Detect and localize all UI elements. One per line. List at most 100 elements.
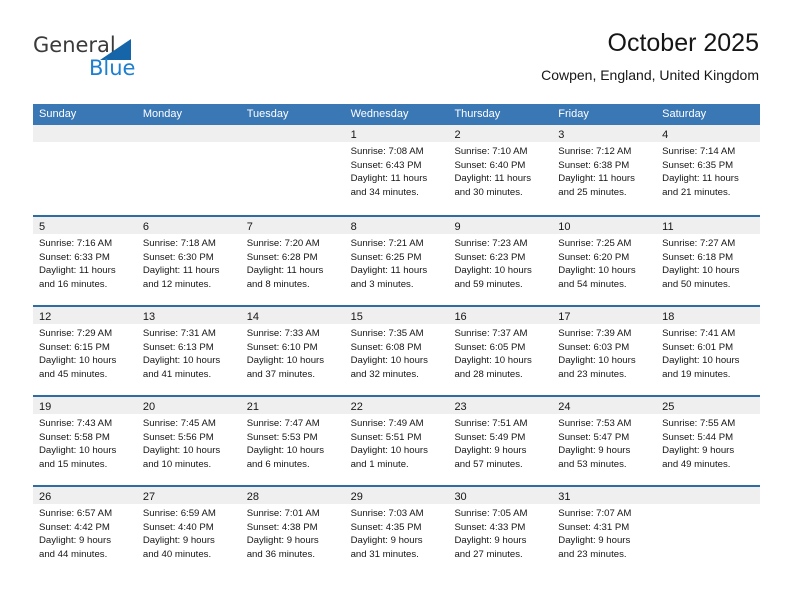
sunrise-text: Sunrise: 7:35 AM (350, 328, 424, 339)
sunrise-text: Sunrise: 7:12 AM (558, 146, 632, 157)
calendar-day-cell[interactable]: 24 Sunrise: 7:53 AM Sunset: 5:47 PM Dayligh… (552, 397, 657, 485)
calendar-day-cell[interactable]: 27 Sunrise: 6:59 AM Sunset: 4:40 PM Dayligh… (136, 487, 241, 575)
day-number: 29 (350, 491, 363, 503)
daylight-text-line1: Daylight: 11 hours (350, 173, 428, 185)
calendar-day-cell[interactable]: 15 Sunrise: 7:35 AM Sunset: 6:08 PM Dayligh… (344, 307, 449, 395)
daylight-text-line2: and 45 minutes. (39, 368, 108, 380)
calendar-day-cell[interactable]: 20 Sunrise: 7:45 AM Sunset: 5:56 PM Dayligh… (136, 397, 241, 485)
calendar-day-cell[interactable]: 3 Sunrise: 7:12 AM Sunset: 6:38 PM Daylight… (552, 125, 657, 215)
sunrise-text: Sunrise: 6:59 AM (142, 508, 216, 519)
calendar-weeks: 1 Sunrise: 7:08 AM Sunset: 6:43 PM Daylight… (33, 125, 761, 575)
daylight-text-line1: Daylight: 9 hours (558, 445, 631, 457)
calendar-day-cell[interactable]: 7 Sunrise: 7:20 AM Sunset: 6:28 PM Daylight… (240, 217, 345, 305)
sunset-text: Sunset: 6:25 PM (350, 251, 422, 263)
day-number-band: 1 (344, 125, 449, 142)
calendar-day-cell[interactable]: 21 Sunrise: 7:47 AM Sunset: 5:53 PM Dayligh… (240, 397, 345, 485)
day-number: 20 (142, 401, 156, 413)
daylight-text-line1: Daylight: 10 hours (350, 445, 428, 457)
sunset-text: Sunset: 6:40 PM (454, 159, 526, 171)
day-details: Sunrise: 7:37 AM Sunset: 6:05 PM Daylight:… (448, 324, 552, 381)
day-details: Sunrise: 7:49 AM Sunset: 5:51 PM Daylight:… (345, 414, 449, 471)
daylight-text-line2: and 50 minutes. (662, 278, 731, 290)
calendar-day-cell[interactable]: 26 Sunrise: 6:57 AM Sunset: 4:42 PM Dayligh… (33, 487, 137, 575)
day-number-band: 10 (552, 217, 657, 234)
daylight-text-line1: Daylight: 9 hours (454, 445, 527, 457)
sunset-text: Sunset: 6:33 PM (39, 251, 110, 263)
calendar-day-cell[interactable]: 18 Sunrise: 7:41 AM Sunset: 6:01 PM Dayligh… (656, 307, 761, 395)
sunrise-text: Sunrise: 7:47 AM (246, 418, 320, 429)
day-number-band: 12 (33, 307, 137, 324)
day-details: Sunrise: 7:25 AM Sunset: 6:20 PM Daylight:… (552, 234, 656, 291)
day-details: Sunrise: 7:07 AM Sunset: 4:31 PM Daylight:… (552, 504, 656, 561)
calendar-day-cell[interactable]: 5 Sunrise: 7:16 AM Sunset: 6:33 PM Daylight… (33, 217, 137, 305)
day-details: Sunrise: 7:39 AM Sunset: 6:03 PM Daylight:… (552, 324, 656, 381)
sunrise-text: Sunrise: 7:07 AM (558, 508, 632, 519)
calendar-day-cell[interactable]: 14 Sunrise: 7:33 AM Sunset: 6:10 PM Dayligh… (240, 307, 345, 395)
calendar-day-cell[interactable]: 13 Sunrise: 7:31 AM Sunset: 6:13 PM Dayligh… (136, 307, 241, 395)
sunset-text: Sunset: 6:23 PM (454, 251, 526, 263)
sunrise-text: Sunrise: 7:01 AM (246, 508, 320, 519)
daylight-text-line2: and 44 minutes. (39, 548, 108, 560)
day-number: 10 (558, 221, 571, 233)
day-number: 1 (350, 129, 357, 141)
page-title: October 2025 (607, 29, 760, 57)
calendar-day-cell[interactable]: 9 Sunrise: 7:23 AM Sunset: 6:23 PM Daylight… (448, 217, 553, 305)
sunrise-text: Sunrise: 7:21 AM (350, 238, 424, 249)
calendar-day-cell[interactable]: 28 Sunrise: 7:01 AM Sunset: 4:38 PM Dayligh… (240, 487, 345, 575)
calendar-day-cell[interactable]: 10 Sunrise: 7:25 AM Sunset: 6:20 PM Dayligh… (552, 217, 657, 305)
calendar-day-cell[interactable]: 29 Sunrise: 7:03 AM Sunset: 4:35 PM Dayligh… (344, 487, 449, 575)
day-details: Sunrise: 7:08 AM Sunset: 6:43 PM Daylight:… (345, 142, 449, 199)
calendar-day-cell[interactable]: 6 Sunrise: 7:18 AM Sunset: 6:30 PM Daylight… (136, 217, 241, 305)
daylight-text-line1: Daylight: 11 hours (142, 265, 220, 277)
daylight-text-line2: and 54 minutes. (558, 278, 627, 290)
day-number-band: 15 (344, 307, 449, 324)
daylight-text-line2: and 15 minutes. (39, 458, 108, 470)
calendar-day-cell[interactable]: 19 Sunrise: 7:43 AM Sunset: 5:58 PM Dayligh… (33, 397, 137, 485)
sunrise-text: Sunrise: 7:55 AM (662, 418, 736, 429)
day-number: 27 (142, 491, 156, 503)
daylight-text-line1: Daylight: 11 hours (662, 173, 739, 185)
calendar-day-cell[interactable]: 4 Sunrise: 7:14 AM Sunset: 6:35 PM Daylight… (656, 125, 761, 215)
daylight-text-line1: Daylight: 9 hours (662, 445, 735, 457)
daylight-text-line1: Daylight: 9 hours (246, 535, 319, 547)
daylight-text-line2: and 41 minutes. (142, 368, 212, 380)
calendar-day-cell[interactable]: 11 Sunrise: 7:27 AM Sunset: 6:18 PM Dayligh… (656, 217, 761, 305)
calendar-day-cell[interactable]: 17 Sunrise: 7:39 AM Sunset: 6:03 PM Dayligh… (552, 307, 657, 395)
calendar-day-cell[interactable]: 8 Sunrise: 7:21 AM Sunset: 6:25 PM Daylight… (344, 217, 449, 305)
day-details: Sunrise: 7:35 AM Sunset: 6:08 PM Daylight:… (345, 324, 449, 381)
weekday-header-wednesday: Wednesday (350, 108, 409, 120)
sunset-text: Sunset: 5:58 PM (39, 431, 110, 443)
day-details: Sunrise: 7:55 AM Sunset: 5:44 PM Daylight:… (656, 414, 760, 471)
daylight-text-line2: and 37 minutes. (246, 368, 315, 380)
day-details: Sunrise: 7:18 AM Sunset: 6:30 PM Daylight:… (137, 234, 241, 291)
title-block: October 2025 Cowpen, England, United Kin… (541, 28, 759, 84)
calendar-day-cell[interactable]: 2 Sunrise: 7:10 AM Sunset: 6:40 PM Daylight… (448, 125, 553, 215)
day-number-band: 11 (656, 217, 761, 234)
day-number: 6 (142, 221, 149, 233)
calendar-day-cell[interactable]: 1 Sunrise: 7:08 AM Sunset: 6:43 PM Daylight… (344, 125, 449, 215)
daylight-text-line2: and 3 minutes. (350, 278, 414, 290)
calendar-day-cell[interactable]: 12 Sunrise: 7:29 AM Sunset: 6:15 PM Dayligh… (33, 307, 137, 395)
day-number-band: 16 (448, 307, 553, 324)
day-details: Sunrise: 7:20 AM Sunset: 6:28 PM Daylight:… (241, 234, 345, 291)
day-number-band: 17 (552, 307, 657, 324)
day-details: Sunrise: 7:12 AM Sunset: 6:38 PM Daylight:… (552, 142, 656, 199)
calendar-day-cell[interactable]: 25 Sunrise: 7:55 AM Sunset: 5:44 PM Dayligh… (656, 397, 761, 485)
sunset-text: Sunset: 4:42 PM (39, 521, 110, 533)
calendar-day-cell[interactable]: 16 Sunrise: 7:37 AM Sunset: 6:05 PM Dayligh… (448, 307, 553, 395)
calendar-day-cell[interactable]: 22 Sunrise: 7:49 AM Sunset: 5:51 PM Dayligh… (344, 397, 449, 485)
day-number-band: 21 (240, 397, 345, 414)
day-details: Sunrise: 7:47 AM Sunset: 5:53 PM Daylight:… (241, 414, 345, 471)
day-number-band: 22 (344, 397, 449, 414)
calendar-day-cell[interactable]: 31 Sunrise: 7:07 AM Sunset: 4:31 PM Dayligh… (552, 487, 657, 575)
calendar-day-cell[interactable]: 30 Sunrise: 7:05 AM Sunset: 4:33 PM Dayligh… (448, 487, 553, 575)
day-number: 4 (662, 129, 669, 141)
day-number-band: 9 (448, 217, 553, 234)
day-details: Sunrise: 7:16 AM Sunset: 6:33 PM Daylight:… (33, 234, 137, 291)
day-number: 17 (558, 311, 571, 323)
day-details: Sunrise: 7:51 AM Sunset: 5:49 PM Daylight:… (448, 414, 552, 471)
day-details: Sunrise: 7:05 AM Sunset: 4:33 PM Daylight:… (448, 504, 552, 561)
general-blue-logo[interactable]: General Blue (33, 33, 253, 83)
calendar-day-cell[interactable]: 23 Sunrise: 7:51 AM Sunset: 5:49 PM Dayligh… (448, 397, 553, 485)
calendar-week-row: 1 Sunrise: 7:08 AM Sunset: 6:43 PM Daylight… (33, 125, 761, 215)
